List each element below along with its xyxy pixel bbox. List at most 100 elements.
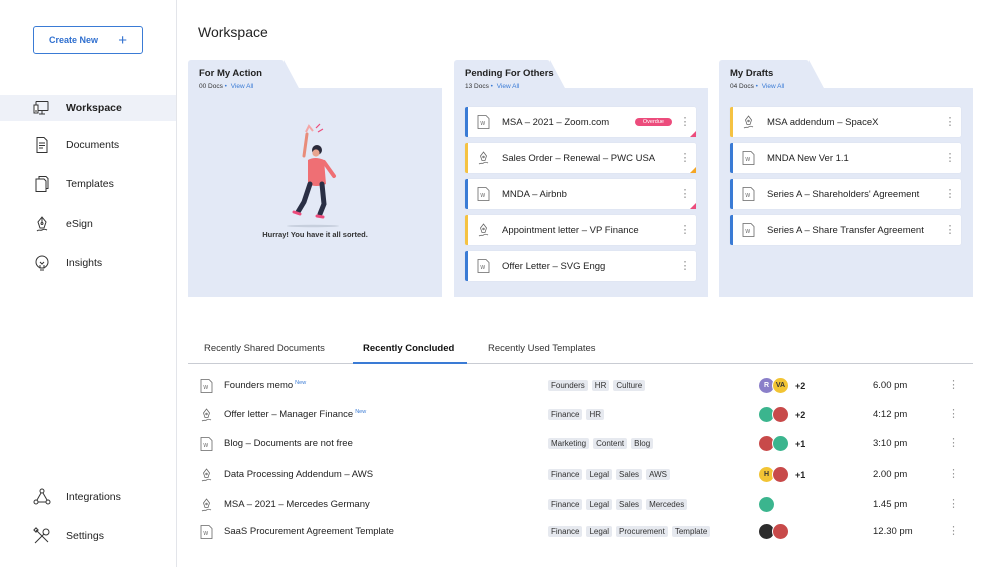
active-tab-indicator (353, 362, 467, 364)
kebab-menu-icon[interactable]: ⋮ (943, 152, 957, 164)
row-time: 3:10 pm (873, 438, 908, 449)
plus-icon: + (118, 31, 127, 49)
tab-recently-concluded[interactable]: Recently Concluded (363, 343, 454, 354)
overdue-badge: Overdue (634, 118, 672, 126)
tag[interactable]: Sales (616, 469, 643, 480)
tag[interactable]: Template (671, 526, 711, 537)
tag[interactable]: Legal (586, 469, 613, 480)
doc-card[interactable]: W MSA – 2021 – Zoom.com Overdue ⋮ (465, 107, 696, 137)
empty-state-text: Hurray! You have it all sorted. (262, 230, 368, 239)
tab-recently-shared[interactable]: Recently Shared Documents (204, 343, 325, 354)
doc-name: Sales Order – Renewal – PWC USA (502, 152, 656, 164)
tag[interactable]: Finance (548, 526, 583, 537)
row-doc-name[interactable]: SaaS Procurement Agreement Template (224, 526, 394, 537)
tag[interactable]: Content (593, 438, 628, 449)
view-all-link[interactable]: View All (762, 83, 785, 90)
kebab-menu-icon[interactable]: ⋮ (943, 116, 957, 128)
kebab-menu-icon[interactable]: ⋮ (678, 116, 692, 128)
table-row[interactable]: Data Processing Addendum – AWS Finance L… (188, 463, 973, 487)
avatar[interactable] (758, 496, 775, 513)
table-row[interactable]: W Founders memo New Founders HR Culture R… (188, 374, 973, 398)
tag[interactable]: HR (586, 409, 605, 420)
tag[interactable]: Blog (631, 438, 654, 449)
svg-text:W: W (203, 385, 208, 391)
nav-label-workspace: Workspace (66, 102, 122, 114)
doc-card[interactable]: Appointment letter – VP Finance ⋮ (465, 215, 696, 245)
table-row[interactable]: MSA – 2021 – Mercedes Germany Finance Le… (188, 493, 973, 517)
panel-count: 13 Docs • View All (465, 83, 519, 90)
doc-card[interactable]: W Offer Letter – SVG Engg ⋮ (465, 251, 696, 281)
tag[interactable]: Mercedes (646, 499, 688, 510)
doc-card[interactable]: W Series A – Shareholders' Agreement ⋮ (730, 179, 961, 209)
tag[interactable]: Legal (586, 526, 613, 537)
word-doc-icon: W (741, 151, 755, 165)
nav-item-templates[interactable]: Templates (0, 171, 176, 197)
avatar[interactable] (772, 406, 789, 423)
kebab-menu-icon[interactable]: ⋮ (678, 224, 692, 236)
nav-item-workspace[interactable]: Workspace (0, 95, 176, 121)
view-all-link[interactable]: View All (497, 83, 520, 90)
kebab-menu-icon[interactable]: ⋮ (948, 524, 959, 537)
row-time: 6.00 pm (873, 380, 908, 391)
row-doc-name[interactable]: Founders memo New (224, 380, 306, 391)
svg-text:W: W (480, 193, 485, 199)
row-doc-name[interactable]: Blog – Documents are not free (224, 438, 353, 449)
kebab-menu-icon[interactable]: ⋮ (678, 188, 692, 200)
tag[interactable]: Procurement (616, 526, 668, 537)
table-row[interactable]: Offer letter – Manager Finance New Financ… (188, 403, 973, 427)
panel-title: For My Action (199, 68, 262, 79)
kebab-menu-icon[interactable]: ⋮ (948, 436, 959, 449)
nav-item-settings[interactable]: Settings (0, 523, 176, 549)
tag[interactable]: HR (591, 380, 610, 391)
nav-item-integrations[interactable]: Integrations (0, 484, 176, 510)
doc-card[interactable]: W MNDA – Airbnb ⋮ (465, 179, 696, 209)
table-row[interactable]: W SaaS Procurement Agreement Template Fi… (188, 520, 973, 544)
row-tags: Finance Legal Sales Mercedes (548, 499, 688, 510)
table-row[interactable]: W Blog – Documents are not free Marketin… (188, 432, 973, 456)
kebab-menu-icon[interactable]: ⋮ (948, 407, 959, 420)
doc-card[interactable]: W Series A – Share Transfer Agreement ⋮ (730, 215, 961, 245)
word-doc-icon: W (476, 187, 490, 201)
kebab-menu-icon[interactable]: ⋮ (678, 260, 692, 272)
doc-name: Series A – Share Transfer Agreement (767, 224, 924, 236)
avatar[interactable]: VA (772, 377, 789, 394)
nav-item-esign[interactable]: eSign (0, 211, 176, 237)
avatar[interactable] (772, 466, 789, 483)
doc-card[interactable]: Sales Order – Renewal – PWC USA ⋮ (465, 143, 696, 173)
tag[interactable]: Finance (548, 469, 583, 480)
kebab-menu-icon[interactable]: ⋮ (948, 378, 959, 391)
new-tag: New (355, 409, 367, 415)
kebab-menu-icon[interactable]: ⋮ (948, 497, 959, 510)
avatar[interactable] (772, 435, 789, 452)
kebab-menu-icon[interactable]: ⋮ (678, 152, 692, 164)
create-new-button[interactable]: Create New + (33, 26, 143, 54)
kebab-menu-icon[interactable]: ⋮ (948, 467, 959, 480)
tag[interactable]: Founders (548, 380, 588, 391)
word-doc-icon: W (476, 259, 490, 273)
tag[interactable]: Legal (586, 499, 613, 510)
tag[interactable]: Sales (616, 499, 643, 510)
nav-item-insights[interactable]: Insights (0, 250, 176, 276)
word-doc-icon: W (200, 379, 214, 393)
pen-nib-icon (33, 215, 51, 233)
kebab-menu-icon[interactable]: ⋮ (943, 224, 957, 236)
row-doc-name[interactable]: MSA – 2021 – Mercedes Germany (224, 499, 370, 510)
tag[interactable]: Finance (548, 409, 583, 420)
view-all-link[interactable]: View All (231, 83, 254, 90)
row-doc-name[interactable]: Data Processing Addendum – AWS (224, 469, 373, 480)
tag[interactable]: Culture (613, 380, 646, 391)
row-doc-name[interactable]: Offer letter – Manager Finance New (224, 409, 366, 420)
tag[interactable]: Marketing (548, 438, 590, 449)
tag[interactable]: Finance (548, 499, 583, 510)
avatar[interactable] (772, 523, 789, 540)
new-tag: New (295, 380, 307, 386)
svg-text:W: W (203, 531, 208, 537)
tag[interactable]: AWS (646, 469, 670, 480)
doc-card[interactable]: W MNDA New Ver 1.1 ⋮ (730, 143, 961, 173)
nav-item-documents[interactable]: Documents (0, 132, 176, 158)
doc-card[interactable]: MSA addendum – SpaceX ⋮ (730, 107, 961, 137)
row-avatars (758, 496, 775, 513)
tab-recently-used-templates[interactable]: Recently Used Templates (488, 343, 596, 354)
celebration-illustration (287, 123, 339, 228)
kebab-menu-icon[interactable]: ⋮ (943, 188, 957, 200)
